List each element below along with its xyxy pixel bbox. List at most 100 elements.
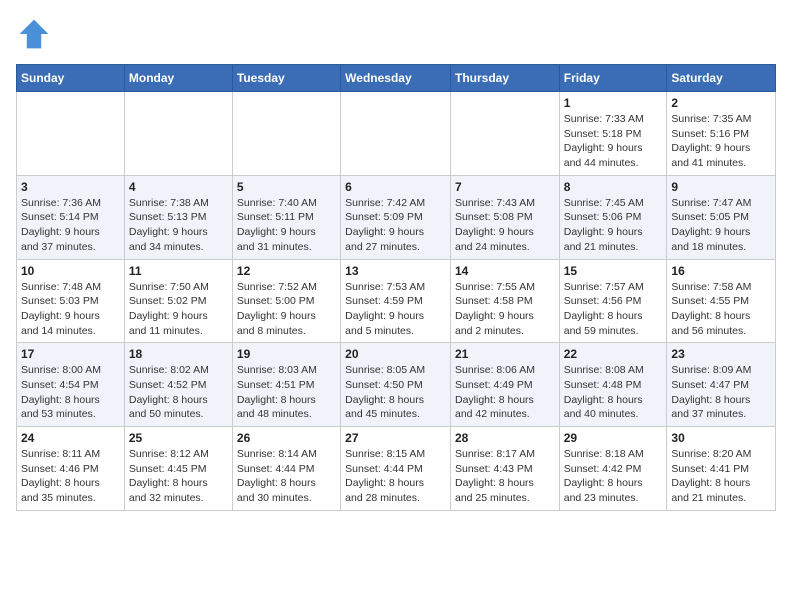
- day-number: 14: [455, 264, 555, 278]
- calendar-table: SundayMondayTuesdayWednesdayThursdayFrid…: [16, 64, 776, 511]
- calendar-cell: 30Sunrise: 8:20 AM Sunset: 4:41 PM Dayli…: [667, 427, 776, 511]
- day-info: Sunrise: 8:12 AM Sunset: 4:45 PM Dayligh…: [129, 447, 228, 506]
- calendar-cell: 13 Sunrise: 7:53 AM Sunset: 4:59 PM Dayli…: [341, 259, 451, 343]
- day-info: Sunrise: 8:05 AM Sunset: 4:50 PM Dayligh…: [345, 363, 446, 422]
- calendar-cell: 21 Sunrise: 8:06 AM Sunset: 4:49 PM Dayli…: [450, 343, 559, 427]
- day-info: Sunrise: 7:48 AM Sunset: 5:03 PM Dayligh…: [21, 280, 120, 339]
- day-info: Sunrise: 7:50 AM Sunset: 5:02 PM Dayligh…: [129, 280, 228, 339]
- calendar-cell: 10 Sunrise: 7:48 AM Sunset: 5:03 PM Dayli…: [17, 259, 125, 343]
- day-info: Sunrise: 7:35 AM Sunset: 5:16 PM Dayligh…: [671, 112, 771, 171]
- week-row-0: 1 Sunrise: 7:33 AM Sunset: 5:18 PM Daylig…: [17, 92, 776, 176]
- calendar-cell: 5Sunrise: 7:40 AM Sunset: 5:11 PM Daylig…: [232, 175, 340, 259]
- calendar-cell: 23 Sunrise: 8:09 AM Sunset: 4:47 PM Dayli…: [667, 343, 776, 427]
- calendar-cell: [232, 92, 340, 176]
- day-number: 9: [671, 180, 771, 194]
- col-header-thursday: Thursday: [450, 65, 559, 92]
- calendar-cell: 25 Sunrise: 8:12 AM Sunset: 4:45 PM Dayli…: [124, 427, 232, 511]
- day-number: 13: [345, 264, 446, 278]
- day-number: 15: [564, 264, 663, 278]
- day-number: 23: [671, 347, 771, 361]
- day-number: 26: [237, 431, 336, 445]
- day-number: 12: [237, 264, 336, 278]
- day-info: Sunrise: 7:47 AM Sunset: 5:05 PM Dayligh…: [671, 196, 771, 255]
- calendar-cell: 2 Sunrise: 7:35 AM Sunset: 5:16 PM Daylig…: [667, 92, 776, 176]
- calendar-cell: 20 Sunrise: 8:05 AM Sunset: 4:50 PM Dayli…: [341, 343, 451, 427]
- calendar-cell: 6Sunrise: 7:42 AM Sunset: 5:09 PM Daylig…: [341, 175, 451, 259]
- day-info: Sunrise: 8:15 AM Sunset: 4:44 PM Dayligh…: [345, 447, 446, 506]
- day-info: Sunrise: 8:17 AM Sunset: 4:43 PM Dayligh…: [455, 447, 555, 506]
- week-row-3: 17 Sunrise: 8:00 AM Sunset: 4:54 PM Dayli…: [17, 343, 776, 427]
- day-number: 1: [564, 96, 663, 110]
- day-info: Sunrise: 7:42 AM Sunset: 5:09 PM Dayligh…: [345, 196, 446, 255]
- calendar-cell: 14 Sunrise: 7:55 AM Sunset: 4:58 PM Dayli…: [450, 259, 559, 343]
- day-info: Sunrise: 8:06 AM Sunset: 4:49 PM Dayligh…: [455, 363, 555, 422]
- calendar-cell: 18 Sunrise: 8:02 AM Sunset: 4:52 PM Dayli…: [124, 343, 232, 427]
- day-number: 30: [671, 431, 771, 445]
- day-number: 2: [671, 96, 771, 110]
- col-header-friday: Friday: [559, 65, 667, 92]
- day-number: 29: [564, 431, 663, 445]
- day-info: Sunrise: 8:11 AM Sunset: 4:46 PM Dayligh…: [21, 447, 120, 506]
- logo: [16, 16, 56, 52]
- calendar-cell: 8 Sunrise: 7:45 AM Sunset: 5:06 PM Daylig…: [559, 175, 667, 259]
- day-info: Sunrise: 7:55 AM Sunset: 4:58 PM Dayligh…: [455, 280, 555, 339]
- calendar-cell: 3 Sunrise: 7:36 AM Sunset: 5:14 PM Daylig…: [17, 175, 125, 259]
- calendar-cell: 11 Sunrise: 7:50 AM Sunset: 5:02 PM Dayli…: [124, 259, 232, 343]
- day-number: 19: [237, 347, 336, 361]
- week-row-4: 24 Sunrise: 8:11 AM Sunset: 4:46 PM Dayli…: [17, 427, 776, 511]
- calendar-cell: [17, 92, 125, 176]
- day-info: Sunrise: 8:03 AM Sunset: 4:51 PM Dayligh…: [237, 363, 336, 422]
- day-number: 11: [129, 264, 228, 278]
- day-info: Sunrise: 7:52 AM Sunset: 5:00 PM Dayligh…: [237, 280, 336, 339]
- calendar-cell: 12 Sunrise: 7:52 AM Sunset: 5:00 PM Dayli…: [232, 259, 340, 343]
- day-number: 3: [21, 180, 120, 194]
- day-info: Sunrise: 8:09 AM Sunset: 4:47 PM Dayligh…: [671, 363, 771, 422]
- day-number: 20: [345, 347, 446, 361]
- calendar-cell: 28 Sunrise: 8:17 AM Sunset: 4:43 PM Dayli…: [450, 427, 559, 511]
- day-number: 24: [21, 431, 120, 445]
- calendar-cell: [450, 92, 559, 176]
- day-info: Sunrise: 7:53 AM Sunset: 4:59 PM Dayligh…: [345, 280, 446, 339]
- calendar-cell: 15 Sunrise: 7:57 AM Sunset: 4:56 PM Dayli…: [559, 259, 667, 343]
- col-header-saturday: Saturday: [667, 65, 776, 92]
- day-info: Sunrise: 8:18 AM Sunset: 4:42 PM Dayligh…: [564, 447, 663, 506]
- day-info: Sunrise: 7:57 AM Sunset: 4:56 PM Dayligh…: [564, 280, 663, 339]
- day-number: 18: [129, 347, 228, 361]
- day-info: Sunrise: 7:58 AM Sunset: 4:55 PM Dayligh…: [671, 280, 771, 339]
- day-info: Sunrise: 7:43 AM Sunset: 5:08 PM Dayligh…: [455, 196, 555, 255]
- day-info: Sunrise: 7:36 AM Sunset: 5:14 PM Dayligh…: [21, 196, 120, 255]
- day-number: 28: [455, 431, 555, 445]
- day-number: 8: [564, 180, 663, 194]
- calendar-cell: 16 Sunrise: 7:58 AM Sunset: 4:55 PM Dayli…: [667, 259, 776, 343]
- calendar-cell: 22 Sunrise: 8:08 AM Sunset: 4:48 PM Dayli…: [559, 343, 667, 427]
- day-info: Sunrise: 7:38 AM Sunset: 5:13 PM Dayligh…: [129, 196, 228, 255]
- day-info: Sunrise: 7:45 AM Sunset: 5:06 PM Dayligh…: [564, 196, 663, 255]
- logo-icon: [16, 16, 52, 52]
- calendar-cell: 29 Sunrise: 8:18 AM Sunset: 4:42 PM Dayli…: [559, 427, 667, 511]
- week-row-2: 10 Sunrise: 7:48 AM Sunset: 5:03 PM Dayli…: [17, 259, 776, 343]
- col-header-wednesday: Wednesday: [341, 65, 451, 92]
- calendar-cell: 1 Sunrise: 7:33 AM Sunset: 5:18 PM Daylig…: [559, 92, 667, 176]
- day-number: 22: [564, 347, 663, 361]
- calendar-cell: 4Sunrise: 7:38 AM Sunset: 5:13 PM Daylig…: [124, 175, 232, 259]
- day-number: 10: [21, 264, 120, 278]
- calendar-cell: [341, 92, 451, 176]
- day-info: Sunrise: 7:33 AM Sunset: 5:18 PM Dayligh…: [564, 112, 663, 171]
- day-number: 16: [671, 264, 771, 278]
- day-number: 17: [21, 347, 120, 361]
- day-info: Sunrise: 8:00 AM Sunset: 4:54 PM Dayligh…: [21, 363, 120, 422]
- calendar-cell: 7Sunrise: 7:43 AM Sunset: 5:08 PM Daylig…: [450, 175, 559, 259]
- day-number: 21: [455, 347, 555, 361]
- calendar-cell: 24 Sunrise: 8:11 AM Sunset: 4:46 PM Dayli…: [17, 427, 125, 511]
- calendar-cell: [124, 92, 232, 176]
- day-number: 25: [129, 431, 228, 445]
- day-info: Sunrise: 7:40 AM Sunset: 5:11 PM Dayligh…: [237, 196, 336, 255]
- week-row-1: 3 Sunrise: 7:36 AM Sunset: 5:14 PM Daylig…: [17, 175, 776, 259]
- col-header-monday: Monday: [124, 65, 232, 92]
- page-header: [16, 16, 776, 52]
- calendar-cell: 9 Sunrise: 7:47 AM Sunset: 5:05 PM Daylig…: [667, 175, 776, 259]
- col-header-sunday: Sunday: [17, 65, 125, 92]
- day-info: Sunrise: 8:08 AM Sunset: 4:48 PM Dayligh…: [564, 363, 663, 422]
- day-info: Sunrise: 8:02 AM Sunset: 4:52 PM Dayligh…: [129, 363, 228, 422]
- calendar-cell: 26Sunrise: 8:14 AM Sunset: 4:44 PM Dayli…: [232, 427, 340, 511]
